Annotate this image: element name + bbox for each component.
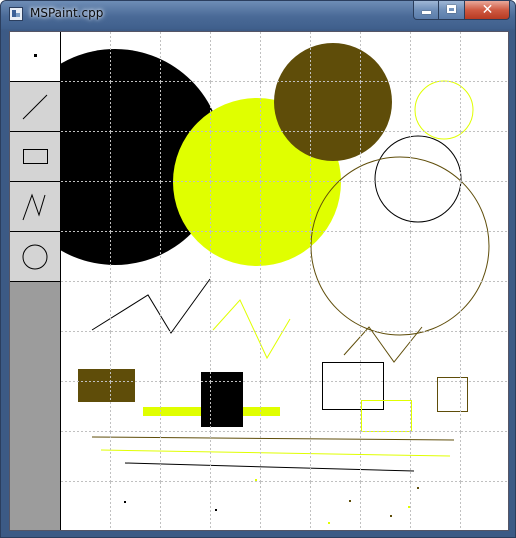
maximize-icon [447, 5, 456, 13]
maximize-button[interactable] [439, 1, 465, 20]
minimize-button[interactable] [413, 1, 439, 20]
line-icon [22, 94, 48, 120]
drawing-canvas[interactable] [61, 32, 508, 530]
app-window: MSPaint.cpp ✕ [0, 0, 516, 538]
tool-rectangle[interactable] [10, 132, 60, 182]
rectangle-icon [23, 149, 48, 164]
tool-polyline[interactable] [10, 182, 60, 232]
tool-circle[interactable] [10, 232, 60, 282]
tool-pixel[interactable] [10, 32, 60, 82]
close-button[interactable]: ✕ [465, 1, 510, 20]
title-bar[interactable]: MSPaint.cpp ✕ [1, 1, 515, 29]
window-title: MSPaint.cpp [30, 6, 104, 20]
caption-buttons: ✕ [413, 1, 510, 20]
circle-icon [22, 244, 48, 270]
app-icon[interactable] [9, 7, 23, 21]
minimize-icon [422, 11, 431, 14]
pixel-icon [34, 54, 37, 57]
client-area [9, 31, 509, 531]
polyline-icon [22, 193, 46, 221]
tool-panel [10, 32, 61, 530]
canvas-grid [61, 32, 508, 530]
close-icon: ✕ [481, 2, 494, 18]
tool-line[interactable] [10, 82, 60, 132]
